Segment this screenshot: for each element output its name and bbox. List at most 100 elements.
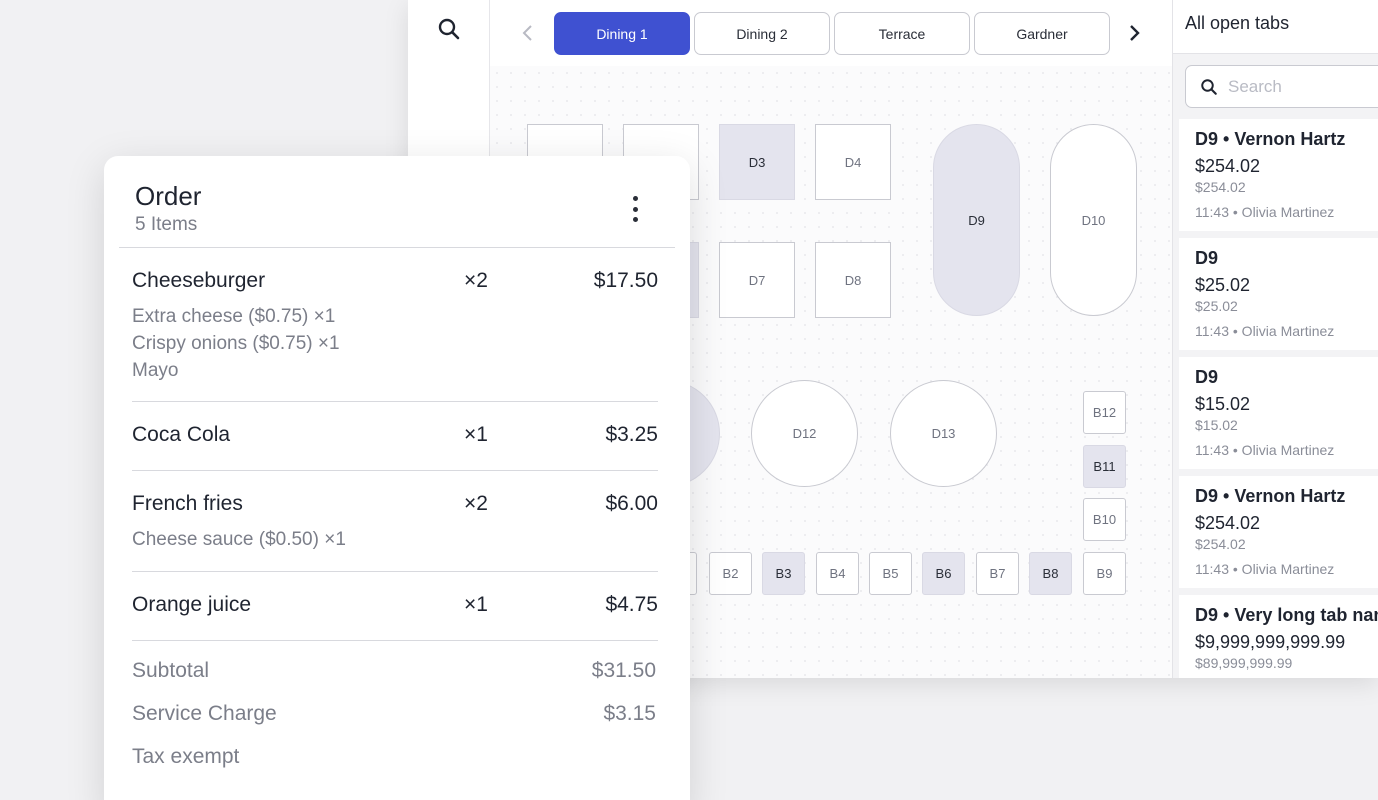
item-name: Orange juice [132,593,252,616]
table-b2[interactable]: B2 [709,552,752,595]
tab-server: • Olivia Martinez [1232,204,1335,220]
item-price: $4.75 [605,593,658,616]
open-tabs-search[interactable] [1185,65,1378,108]
tab-title: D9 • Vernon Hartz [1195,129,1346,149]
tab-amount: $25.02 [1195,275,1251,295]
table-d7[interactable]: D7 [719,242,795,318]
table-b12[interactable]: B12 [1083,391,1126,434]
divider [132,640,658,641]
modifier: Mayo [132,360,179,381]
room-tab-dining-1[interactable]: Dining 1 [554,12,690,55]
open-tabs-search-input[interactable] [1228,76,1378,97]
previous-room-button[interactable] [514,18,542,48]
order-title: Order [135,181,202,211]
tab-amount: $9,999,999,999.99 [1195,632,1346,652]
item-modifiers: Extra cheese ($0.75) ×1 Crispy onions ($… [132,303,340,384]
tab-title: D9 • Very long tab name [1195,605,1378,625]
table-d9[interactable]: D9 [933,124,1020,316]
more-vertical-icon [632,196,638,201]
order-item-coca-cola[interactable]: Coca Cola ×1 $3.25 [132,423,658,459]
item-modifiers: Cheese sauce ($0.50) ×1 [132,526,346,553]
table-b5[interactable]: B5 [869,552,912,595]
tab-time: 11:43 [1195,561,1229,577]
table-d12[interactable]: D12 [751,380,858,487]
search-button[interactable] [434,14,464,44]
tab-time: 11:43 [1195,323,1229,339]
modifier: Crispy onions ($0.75) ×1 [132,333,340,354]
room-tabs: Dining 1 Dining 2 Terrace Gardner [490,0,1172,66]
search-icon [438,18,460,40]
item-price: $17.50 [593,269,658,292]
order-card: Order 5 Items Cheeseburger ×2 $17.50 Ext… [104,156,690,800]
item-name: Cheeseburger [132,269,266,292]
item-name: Coca Cola [132,423,231,446]
subtotal-value: $31.50 [591,659,656,682]
table-b3[interactable]: B3 [762,552,805,595]
item-price: $6.00 [605,492,658,515]
open-tabs-panel: All open tabs D9 • Vernon Hartz $254.02 … [1172,0,1378,678]
modifier: Extra cheese ($0.75) ×1 [132,306,336,327]
tab-time: 11:43 [1195,442,1229,458]
tab-sub-amount: $254.02 [1195,179,1246,195]
divider [132,401,658,402]
open-tab-card[interactable]: D9 $25.02 $25.02 11:43 • Olivia Martinez [1179,238,1378,350]
tab-meta: 11:43 • Olivia Martinez [1195,561,1378,577]
table-b4[interactable]: B4 [816,552,859,595]
item-qty: ×1 [464,423,488,446]
table-b6[interactable]: B6 [922,552,965,595]
divider [119,247,675,248]
order-more-button[interactable] [622,192,648,226]
tab-sub-amount: $15.02 [1195,417,1238,433]
table-b11[interactable]: B11 [1083,445,1126,488]
table-b7[interactable]: B7 [976,552,1019,595]
divider [132,470,658,471]
item-qty: ×2 [464,269,488,292]
tab-amount: $15.02 [1195,394,1251,414]
tab-meta: 11:43 • Olivia Martinez [1195,204,1378,220]
tab-sub-amount: $25.02 [1195,298,1238,314]
open-tabs-title: All open tabs [1173,0,1378,54]
tab-server: • Olivia Martinez [1232,442,1335,458]
table-b9[interactable]: B9 [1083,552,1126,595]
order-item-cheeseburger[interactable]: Cheeseburger ×2 $17.50 Extra cheese ($0.… [132,269,658,389]
room-tab-gardner[interactable]: Gardner [974,12,1110,55]
tab-sub-amount: $254.02 [1195,536,1246,552]
order-item-french-fries[interactable]: French fries ×2 $6.00 Cheese sauce ($0.5… [132,492,658,558]
tab-server: • Olivia Martinez [1232,323,1335,339]
table-d4[interactable]: D4 [815,124,891,200]
order-item-count: 5 Items [135,214,198,235]
service-charge-value: $3.15 [603,702,656,725]
open-tab-card[interactable]: D9 $15.02 $15.02 11:43 • Olivia Martinez [1179,357,1378,469]
tab-time: 11:43 [1195,204,1229,220]
divider [132,571,658,572]
chevron-right-icon [1130,25,1140,41]
next-room-button[interactable] [1120,18,1148,48]
tab-amount: $254.02 [1195,513,1261,533]
room-tab-terrace[interactable]: Terrace [834,12,970,55]
tab-meta: 11:43 • Olivia Martinez [1195,323,1378,339]
tab-title: D9 • Vernon Hartz [1195,486,1346,506]
open-tab-card[interactable]: D9 • Vernon Hartz $254.02 $254.02 11:43 … [1179,476,1378,588]
room-tab-dining-2[interactable]: Dining 2 [694,12,830,55]
table-b8[interactable]: B8 [1029,552,1072,595]
table-d8[interactable]: D8 [815,242,891,318]
table-b10[interactable]: B10 [1083,498,1126,541]
table-d10[interactable]: D10 [1050,124,1137,316]
table-d3[interactable]: D3 [719,124,795,200]
order-item-orange-juice[interactable]: Orange juice ×1 $4.75 [132,593,658,629]
item-price: $3.25 [605,423,658,446]
item-qty: ×2 [464,492,488,515]
modifier: Cheese sauce ($0.50) ×1 [132,529,346,550]
open-tab-card[interactable]: D9 • Very long tab name $9,999,999,999.9… [1179,595,1378,678]
tab-title: D9 [1195,367,1219,387]
service-charge-label: Service Charge [132,702,277,725]
tab-sub-amount: $89,999,999.99 [1195,655,1293,671]
chevron-left-icon [522,25,532,41]
tab-title: D9 [1195,248,1219,268]
table-d13[interactable]: D13 [890,380,997,487]
open-tab-card[interactable]: D9 • Vernon Hartz $254.02 $254.02 11:43 … [1179,119,1378,231]
tab-amount: $254.02 [1195,156,1261,176]
item-qty: ×1 [464,593,488,616]
tax-exempt-label: Tax exempt [132,745,240,768]
tab-meta: 11:43 • Olivia Martinez [1195,442,1378,458]
